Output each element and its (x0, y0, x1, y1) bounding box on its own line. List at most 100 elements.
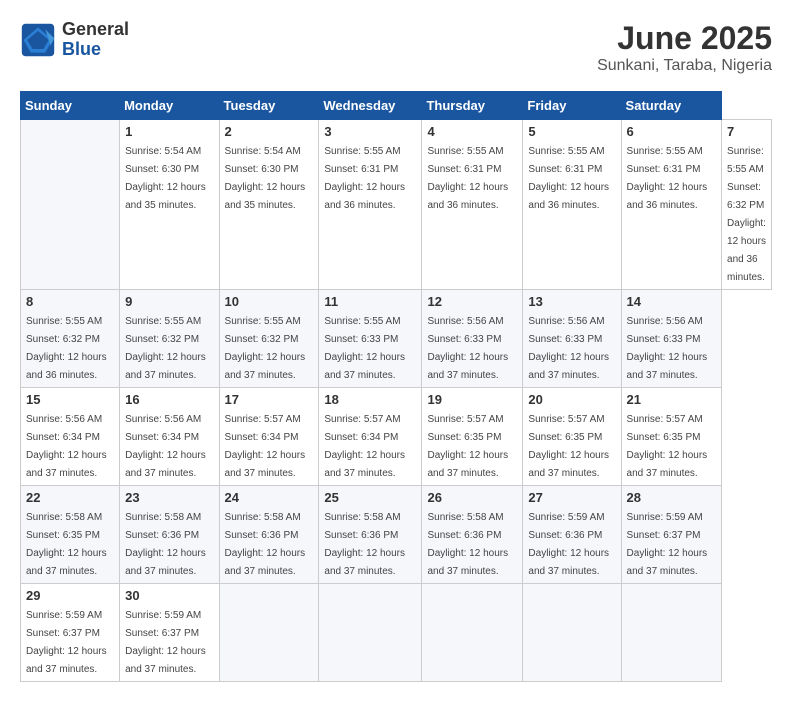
day-info: Sunrise: 5:56 AMSunset: 6:34 PMDaylight:… (125, 414, 206, 479)
day-number: 20 (528, 392, 615, 407)
day-info: Sunrise: 5:55 AMSunset: 6:31 PMDaylight:… (528, 146, 609, 211)
calendar-week-row: 22 Sunrise: 5:58 AMSunset: 6:35 PMDaylig… (21, 486, 772, 584)
calendar-day-cell (219, 584, 319, 682)
calendar-day-cell: 6 Sunrise: 5:55 AMSunset: 6:31 PMDayligh… (621, 120, 721, 290)
logo-general: General (62, 20, 129, 40)
calendar-day-cell (319, 584, 422, 682)
calendar-day-cell: 4 Sunrise: 5:55 AMSunset: 6:31 PMDayligh… (422, 120, 523, 290)
weekday-header-wednesday: Wednesday (319, 92, 422, 120)
day-number: 29 (26, 588, 114, 603)
logo-blue: Blue (62, 40, 129, 60)
calendar-day-cell: 10 Sunrise: 5:55 AMSunset: 6:32 PMDaylig… (219, 290, 319, 388)
day-number: 18 (324, 392, 416, 407)
day-number: 19 (427, 392, 517, 407)
day-number: 15 (26, 392, 114, 407)
day-number: 22 (26, 490, 114, 505)
calendar-week-row: 29 Sunrise: 5:59 AMSunset: 6:37 PMDaylig… (21, 584, 772, 682)
day-number: 26 (427, 490, 517, 505)
day-number: 9 (125, 294, 213, 309)
calendar-day-cell: 12 Sunrise: 5:56 AMSunset: 6:33 PMDaylig… (422, 290, 523, 388)
day-info: Sunrise: 5:55 AMSunset: 6:32 PMDaylight:… (26, 316, 107, 381)
day-info: Sunrise: 5:59 AMSunset: 6:37 PMDaylight:… (627, 512, 708, 577)
calendar-day-cell: 24 Sunrise: 5:58 AMSunset: 6:36 PMDaylig… (219, 486, 319, 584)
day-number: 24 (225, 490, 314, 505)
calendar-day-cell: 17 Sunrise: 5:57 AMSunset: 6:34 PMDaylig… (219, 388, 319, 486)
calendar-week-row: 1 Sunrise: 5:54 AMSunset: 6:30 PMDayligh… (21, 120, 772, 290)
calendar-day-cell: 26 Sunrise: 5:58 AMSunset: 6:36 PMDaylig… (422, 486, 523, 584)
calendar-table: SundayMondayTuesdayWednesdayThursdayFrid… (20, 91, 772, 682)
day-number: 30 (125, 588, 213, 603)
calendar-day-cell: 22 Sunrise: 5:58 AMSunset: 6:35 PMDaylig… (21, 486, 120, 584)
day-number: 28 (627, 490, 716, 505)
calendar-day-cell: 25 Sunrise: 5:58 AMSunset: 6:36 PMDaylig… (319, 486, 422, 584)
calendar-day-cell: 18 Sunrise: 5:57 AMSunset: 6:34 PMDaylig… (319, 388, 422, 486)
day-info: Sunrise: 5:55 AMSunset: 6:31 PMDaylight:… (627, 146, 708, 211)
calendar-title: June 2025 (597, 20, 772, 57)
day-info: Sunrise: 5:58 AMSunset: 6:36 PMDaylight:… (225, 512, 306, 577)
calendar-body: 1 Sunrise: 5:54 AMSunset: 6:30 PMDayligh… (21, 120, 772, 682)
day-number: 2 (225, 124, 314, 139)
day-info: Sunrise: 5:59 AMSunset: 6:36 PMDaylight:… (528, 512, 609, 577)
weekday-header-saturday: Saturday (621, 92, 721, 120)
day-info: Sunrise: 5:58 AMSunset: 6:35 PMDaylight:… (26, 512, 107, 577)
day-info: Sunrise: 5:59 AMSunset: 6:37 PMDaylight:… (125, 610, 206, 675)
day-info: Sunrise: 5:55 AMSunset: 6:33 PMDaylight:… (324, 316, 405, 381)
day-info: Sunrise: 5:55 AMSunset: 6:31 PMDaylight:… (427, 146, 508, 211)
day-info: Sunrise: 5:56 AMSunset: 6:33 PMDaylight:… (627, 316, 708, 381)
calendar-day-cell: 30 Sunrise: 5:59 AMSunset: 6:37 PMDaylig… (120, 584, 219, 682)
calendar-day-cell: 29 Sunrise: 5:59 AMSunset: 6:37 PMDaylig… (21, 584, 120, 682)
day-info: Sunrise: 5:57 AMSunset: 6:35 PMDaylight:… (528, 414, 609, 479)
day-number: 7 (727, 124, 766, 139)
calendar-day-cell: 14 Sunrise: 5:56 AMSunset: 6:33 PMDaylig… (621, 290, 721, 388)
day-number: 14 (627, 294, 716, 309)
day-number: 3 (324, 124, 416, 139)
calendar-day-cell: 21 Sunrise: 5:57 AMSunset: 6:35 PMDaylig… (621, 388, 721, 486)
calendar-day-cell: 5 Sunrise: 5:55 AMSunset: 6:31 PMDayligh… (523, 120, 621, 290)
calendar-day-cell (523, 584, 621, 682)
calendar-day-cell: 20 Sunrise: 5:57 AMSunset: 6:35 PMDaylig… (523, 388, 621, 486)
calendar-day-cell: 8 Sunrise: 5:55 AMSunset: 6:32 PMDayligh… (21, 290, 120, 388)
weekday-header-sunday: Sunday (21, 92, 120, 120)
day-info: Sunrise: 5:56 AMSunset: 6:33 PMDaylight:… (528, 316, 609, 381)
header: General Blue June 2025 Sunkani, Taraba, … (20, 20, 772, 75)
day-number: 16 (125, 392, 213, 407)
day-number: 12 (427, 294, 517, 309)
day-number: 17 (225, 392, 314, 407)
calendar-day-cell: 27 Sunrise: 5:59 AMSunset: 6:36 PMDaylig… (523, 486, 621, 584)
weekday-header-monday: Monday (120, 92, 219, 120)
calendar-day-cell: 19 Sunrise: 5:57 AMSunset: 6:35 PMDaylig… (422, 388, 523, 486)
day-info: Sunrise: 5:57 AMSunset: 6:34 PMDaylight:… (324, 414, 405, 479)
day-info: Sunrise: 5:58 AMSunset: 6:36 PMDaylight:… (125, 512, 206, 577)
day-number: 8 (26, 294, 114, 309)
day-number: 13 (528, 294, 615, 309)
day-info: Sunrise: 5:57 AMSunset: 6:35 PMDaylight:… (627, 414, 708, 479)
day-number: 4 (427, 124, 517, 139)
calendar-day-cell: 3 Sunrise: 5:55 AMSunset: 6:31 PMDayligh… (319, 120, 422, 290)
calendar-header: SundayMondayTuesdayWednesdayThursdayFrid… (21, 92, 772, 120)
day-number: 23 (125, 490, 213, 505)
day-info: Sunrise: 5:54 AMSunset: 6:30 PMDaylight:… (125, 146, 206, 211)
logo-text: General Blue (62, 20, 129, 60)
title-section: June 2025 Sunkani, Taraba, Nigeria (597, 20, 772, 75)
calendar-week-row: 8 Sunrise: 5:55 AMSunset: 6:32 PMDayligh… (21, 290, 772, 388)
day-info: Sunrise: 5:57 AMSunset: 6:34 PMDaylight:… (225, 414, 306, 479)
general-blue-icon (20, 22, 56, 58)
day-number: 21 (627, 392, 716, 407)
calendar-day-cell: 1 Sunrise: 5:54 AMSunset: 6:30 PMDayligh… (120, 120, 219, 290)
calendar-day-cell: 13 Sunrise: 5:56 AMSunset: 6:33 PMDaylig… (523, 290, 621, 388)
day-number: 25 (324, 490, 416, 505)
day-number: 10 (225, 294, 314, 309)
logo: General Blue (20, 20, 129, 60)
calendar-day-cell: 16 Sunrise: 5:56 AMSunset: 6:34 PMDaylig… (120, 388, 219, 486)
day-info: Sunrise: 5:54 AMSunset: 6:30 PMDaylight:… (225, 146, 306, 211)
calendar-day-cell: 7 Sunrise: 5:55 AMSunset: 6:32 PMDayligh… (722, 120, 772, 290)
day-info: Sunrise: 5:57 AMSunset: 6:35 PMDaylight:… (427, 414, 508, 479)
calendar-day-cell: 11 Sunrise: 5:55 AMSunset: 6:33 PMDaylig… (319, 290, 422, 388)
day-info: Sunrise: 5:56 AMSunset: 6:34 PMDaylight:… (26, 414, 107, 479)
day-info: Sunrise: 5:55 AMSunset: 6:32 PMDaylight:… (225, 316, 306, 381)
day-number: 5 (528, 124, 615, 139)
day-info: Sunrise: 5:58 AMSunset: 6:36 PMDaylight:… (324, 512, 405, 577)
weekday-header-tuesday: Tuesday (219, 92, 319, 120)
day-info: Sunrise: 5:58 AMSunset: 6:36 PMDaylight:… (427, 512, 508, 577)
weekday-header-friday: Friday (523, 92, 621, 120)
